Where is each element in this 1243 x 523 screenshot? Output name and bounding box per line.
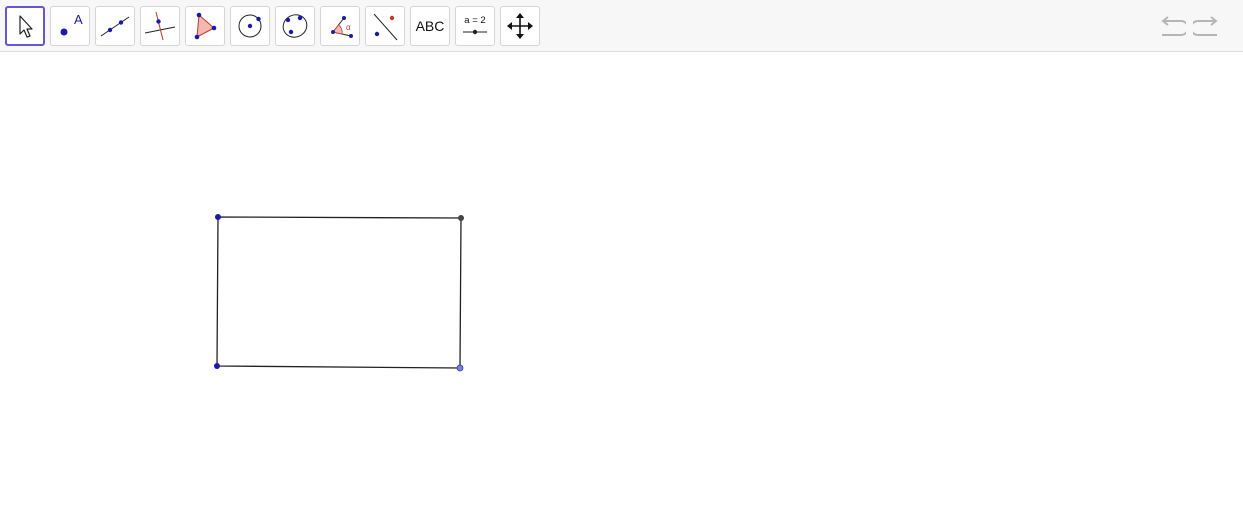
reflect-tool-button[interactable] [365, 6, 405, 46]
undo-button[interactable] [1155, 12, 1187, 42]
quadrilateral-polygon[interactable] [216, 216, 462, 369]
move-graphics-view-icon [507, 13, 533, 39]
move-arrow-icon [19, 15, 33, 38]
vertex-point-bottom-left[interactable] [214, 363, 220, 369]
angle-tool-button[interactable]: α [320, 6, 360, 46]
graphics-view[interactable] [0, 53, 1243, 518]
graphics-canvas[interactable] [0, 53, 1243, 518]
angle-tool-label: α [346, 23, 351, 32]
undo-icon [1161, 16, 1186, 36]
polygon-icon [194, 12, 217, 40]
circle-tool-button[interactable] [230, 6, 270, 46]
point-tool-button[interactable]: A [50, 6, 90, 46]
move-graphics-view-tool-button[interactable] [500, 6, 540, 46]
circle-center-point-icon [238, 14, 262, 38]
vertex-point-top-left[interactable] [215, 214, 221, 220]
perpendicular-line-icon [144, 11, 176, 41]
vertex-point-bottom-right[interactable] [456, 364, 464, 372]
redo-button[interactable] [1192, 12, 1224, 42]
slider-tool-button[interactable]: a = 2 [455, 6, 495, 46]
point-icon: A [60, 12, 83, 36]
redo-icon [1193, 16, 1218, 36]
perpendicular-line-tool-button[interactable] [140, 6, 180, 46]
polygon-tool-button[interactable] [185, 6, 225, 46]
reflect-about-line-icon [373, 13, 398, 41]
point-tool-label: A [74, 12, 83, 27]
vertex-point-top-right[interactable] [458, 215, 464, 221]
text-tool-button[interactable]: ABC [410, 6, 450, 46]
move-tool-button[interactable] [5, 6, 45, 46]
conic-tool-button[interactable] [275, 6, 315, 46]
slider-icon: a = 2 [463, 15, 487, 35]
line-icon [100, 16, 130, 37]
slider-tool-label: a = 2 [464, 15, 485, 26]
angle-icon: α [331, 16, 353, 38]
toolbar: A α ABC a = 2 [0, 0, 1243, 52]
line-tool-button[interactable] [95, 6, 135, 46]
text-tool-label: ABC [415, 18, 445, 34]
conic-five-points-icon [282, 14, 308, 38]
